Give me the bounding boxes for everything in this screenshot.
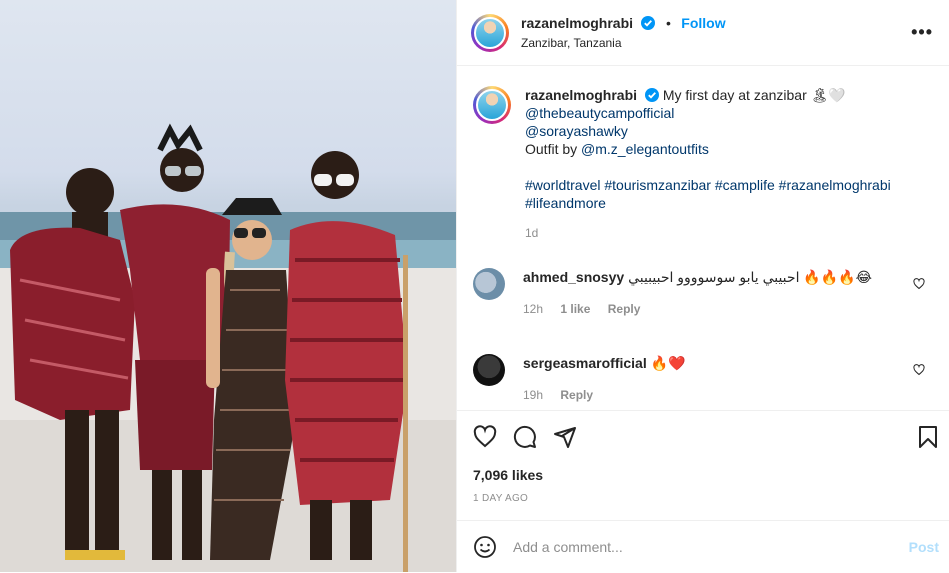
comment-text: احبيبي يابو سوسوووو احبيبيبي 🔥🔥🔥😂: [628, 269, 872, 285]
share-icon[interactable]: [553, 425, 577, 449]
outfit-label: Outfit by: [525, 141, 582, 157]
post-location[interactable]: Zanzibar, Tanzania: [521, 36, 726, 50]
author-avatar[interactable]: [471, 13, 509, 52]
post-comment-button[interactable]: Post: [909, 539, 939, 555]
comment-input[interactable]: [511, 538, 909, 556]
caption-avatar[interactable]: [473, 86, 511, 124]
author-username[interactable]: razanelmoghrabi: [521, 15, 633, 31]
post-date[interactable]: 1 DAY AGO: [473, 493, 528, 504]
mention-link[interactable]: @m.z_elegantoutfits: [581, 141, 709, 157]
verified-badge-icon: [641, 16, 656, 30]
comment-time[interactable]: 12h: [523, 302, 543, 316]
comment-body: ahmed_snosyy احبيبي يابو سوسوووو احبيبيب…: [523, 268, 933, 318]
follow-button[interactable]: Follow: [681, 15, 725, 31]
hashtags[interactable]: #worldtravel #tourismzanzibar #camplife …: [525, 176, 891, 194]
post-header: razanelmoghrabi • Follow Zanzibar, Tanza…: [457, 0, 949, 66]
comment-time[interactable]: 19h: [523, 388, 543, 402]
mention-link[interactable]: @sorayashawky: [525, 122, 891, 140]
comment-composer: Post: [457, 520, 949, 573]
post-side-panel: razanelmoghrabi • Follow Zanzibar, Tanza…: [456, 0, 949, 572]
beach-group-photo: [0, 123, 456, 572]
action-icons: [473, 425, 577, 449]
instagram-post-modal: razanelmoghrabi • Follow Zanzibar, Tanza…: [0, 0, 949, 572]
comment-like-heart-icon[interactable]: [913, 364, 925, 376]
comment-username[interactable]: ahmed_snosyy: [523, 269, 624, 285]
reply-button[interactable]: Reply: [560, 388, 593, 402]
emoji-icon[interactable]: [473, 535, 497, 559]
comment-username[interactable]: sergeasmarofficial: [523, 355, 647, 371]
commenter-avatar[interactable]: [473, 268, 505, 300]
comment-icon[interactable]: [513, 425, 537, 449]
comment-body: sergeasmarofficial 🔥❤️ 19h Reply: [523, 354, 933, 404]
hashtags[interactable]: #lifeandmore: [525, 194, 891, 212]
comment-item: sergeasmarofficial 🔥❤️ 19h Reply: [473, 354, 933, 404]
separator-dot: •: [665, 15, 671, 31]
comment-meta: 12h 1 like Reply: [523, 300, 933, 318]
commenter-avatar[interactable]: [473, 354, 505, 386]
caption-username[interactable]: razanelmoghrabi: [525, 87, 637, 103]
comment-like-heart-icon[interactable]: [913, 278, 925, 290]
more-options-icon[interactable]: •••: [911, 22, 933, 43]
caption-time[interactable]: 1d: [525, 224, 891, 242]
likes-count[interactable]: 7,096 likes: [473, 467, 543, 483]
verified-badge-icon: [644, 88, 659, 102]
author-info: razanelmoghrabi • Follow Zanzibar, Tanza…: [521, 15, 726, 50]
reply-button[interactable]: Reply: [608, 302, 641, 316]
comment-meta: 19h Reply: [523, 386, 933, 404]
comment-item: ahmed_snosyy احبيبي يابو سوسوووو احبيبيب…: [473, 268, 933, 318]
comment-text: 🔥❤️: [650, 355, 686, 371]
bookmark-icon[interactable]: [917, 425, 939, 449]
heart-icon[interactable]: [473, 425, 497, 449]
caption-text: My first day at zanzibar 🏝🤍: [662, 87, 846, 103]
comment-likes[interactable]: 1 like: [560, 302, 590, 316]
post-actions: 7,096 likes 1 DAY AGO: [457, 410, 949, 521]
caption-body: razanelmoghrabi My first day at zanzibar…: [525, 86, 891, 242]
mention-link[interactable]: @thebeautycampofficial: [525, 104, 891, 122]
post-photo[interactable]: [0, 0, 456, 572]
post-caption: razanelmoghrabi My first day at zanzibar…: [473, 86, 933, 242]
